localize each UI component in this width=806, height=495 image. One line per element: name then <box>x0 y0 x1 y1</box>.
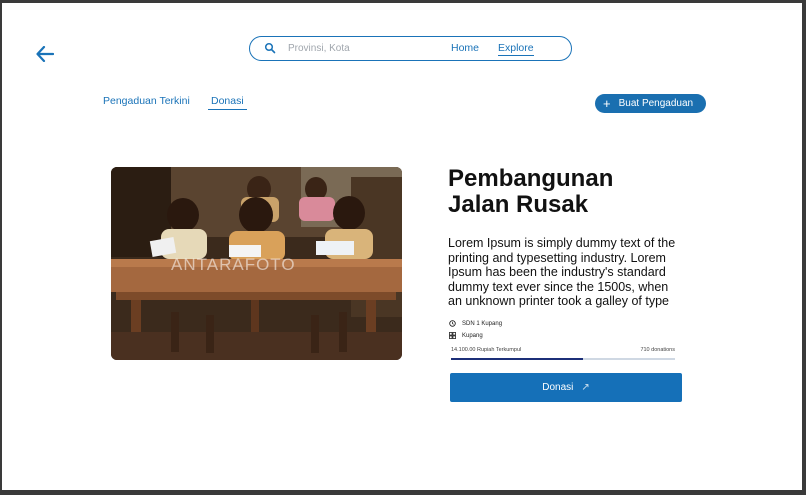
arrow-left-icon <box>36 46 54 62</box>
donate-label: Donasi <box>542 382 574 393</box>
school-row: SDN 1 Kupang <box>449 320 502 327</box>
search-icon <box>264 42 276 54</box>
school-name: SDN 1 Kupang <box>462 320 503 327</box>
school-icon <box>449 320 456 327</box>
create-report-button[interactable]: + Buat Pengaduan <box>595 94 706 113</box>
campaign-photo: ANTARAFOTO <box>111 167 402 360</box>
donation-count: 710 donations <box>640 347 675 353</box>
campaign-title: Pembangunan Jalan Rusak <box>448 165 614 218</box>
tab-pengaduan-terkini[interactable]: Pengaduan Terkini <box>103 95 190 107</box>
photo-watermark: ANTARAFOTO <box>171 255 296 274</box>
campaign-description: Lorem Ipsum is simply dummy text of the … <box>448 236 676 308</box>
building-icon <box>449 332 456 339</box>
nav-explore-link[interactable]: Explore <box>498 42 534 56</box>
donation-progress-fill <box>451 358 584 360</box>
city-name: Kupang <box>462 332 483 339</box>
search-input[interactable] <box>288 41 428 56</box>
donation-progress-bar <box>451 358 675 360</box>
search-bar: Home Explore <box>249 36 572 61</box>
city-row: Kupang <box>449 332 483 339</box>
back-button[interactable] <box>32 41 58 67</box>
create-report-label: Buat Pengaduan <box>618 98 694 109</box>
tab-donasi[interactable]: Donasi <box>208 95 247 110</box>
arrow-up-right-icon: ↗ <box>581 382 590 393</box>
app-window: Home Explore Pengaduan Terkini Donasi + … <box>2 3 802 490</box>
nav-home-link[interactable]: Home <box>451 42 479 54</box>
amount-collected: 14.100.00 Rupiah Terkumpul <box>451 347 522 353</box>
donate-button[interactable]: Donasi ↗ <box>450 373 682 402</box>
plus-icon: + <box>603 96 611 111</box>
